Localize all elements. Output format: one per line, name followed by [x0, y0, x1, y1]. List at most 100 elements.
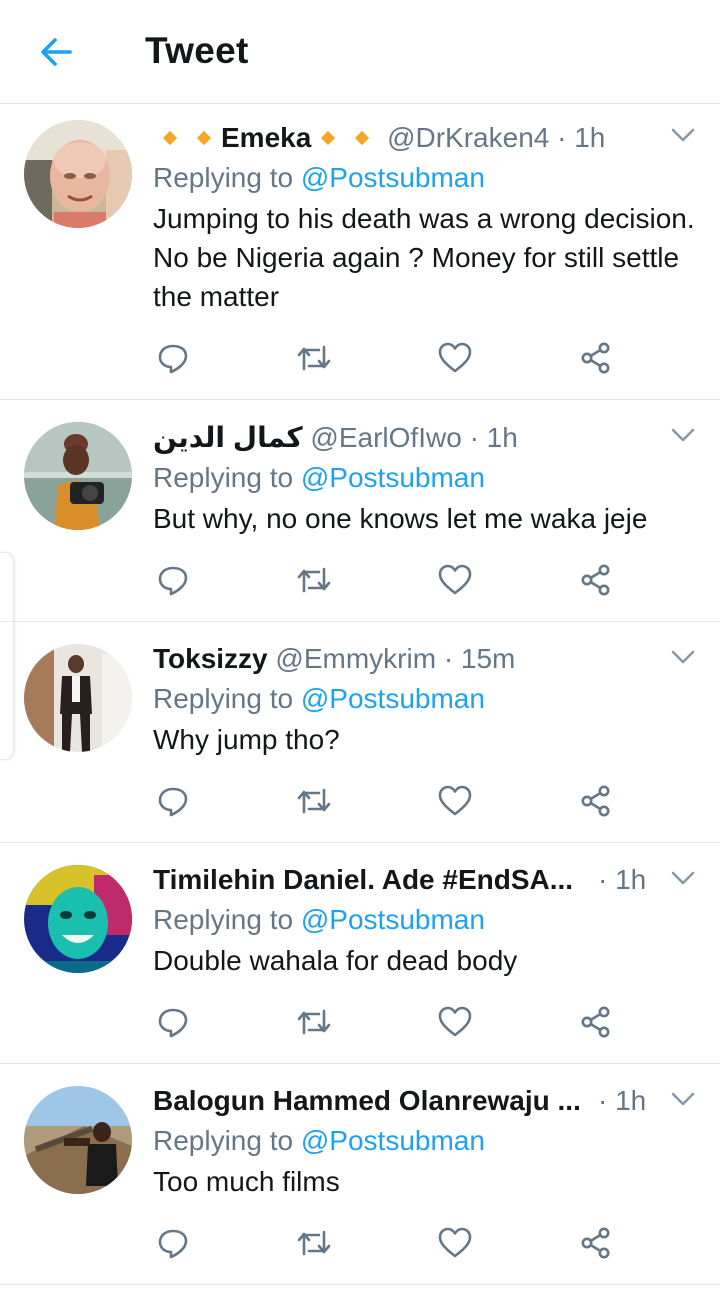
mention-link[interactable]: @Postsubman [301, 1125, 485, 1156]
tweet-header: Emeka @DrKraken4 · 1h [153, 118, 700, 158]
share-icon [581, 1006, 610, 1038]
chevron-down-icon[interactable] [668, 420, 698, 450]
tweet-header: كمال الدين @EarlOfIwo · 1h [153, 418, 700, 458]
reply-button[interactable] [153, 1002, 193, 1042]
arrow-left-icon [41, 38, 72, 66]
tweet-item[interactable]: كمال الدين @EarlOfIwo · 1h Replying to @… [0, 400, 720, 622]
mention-link[interactable]: @Postsubman [301, 904, 485, 935]
tweet-item[interactable]: Timilehin Daniel. Ade #EndSA... · 1h Rep… [0, 843, 720, 1064]
replying-to-label: Replying to [153, 683, 294, 714]
retweet-icon [297, 1230, 331, 1256]
tweet-text: Why jump tho? [153, 724, 340, 755]
reply-feed: Emeka @DrKraken4 · 1h Replying to @Posts… [0, 104, 720, 1285]
like-button[interactable] [435, 338, 475, 378]
heart-icon [438, 785, 472, 816]
author-name[interactable]: Balogun Hammed Olanrewaju ... [153, 1081, 581, 1121]
mention-link[interactable]: @Postsubman [301, 683, 485, 714]
tweet-header: Timilehin Daniel. Ade #EndSA... · 1h [153, 860, 700, 900]
replying-to: Replying to @Postsubman [153, 1121, 700, 1161]
heart-icon [438, 1006, 472, 1037]
reply-button[interactable] [153, 338, 193, 378]
diamond-emoji-icon [355, 130, 370, 145]
reply-icon [158, 787, 188, 817]
like-button[interactable] [435, 1002, 475, 1042]
like-button[interactable] [435, 781, 475, 821]
retweet-button[interactable] [294, 338, 334, 378]
share-button[interactable] [576, 560, 616, 600]
top-app-bar: Tweet [0, 0, 720, 104]
share-icon [581, 564, 610, 596]
share-icon [581, 785, 610, 817]
like-button[interactable] [435, 1223, 475, 1263]
heart-icon [438, 1227, 472, 1258]
avatar[interactable] [24, 644, 132, 752]
chevron-down-icon[interactable] [668, 1084, 698, 1114]
tweet-text: But why, no one knows let me waka jeje [153, 503, 648, 534]
tweet-item[interactable]: Balogun Hammed Olanrewaju ... · 1h Reply… [0, 1064, 720, 1285]
back-button[interactable] [30, 26, 82, 78]
author-name[interactable]: Timilehin Daniel. Ade #EndSA... [153, 860, 573, 900]
retweet-button[interactable] [294, 1223, 334, 1263]
reply-icon [158, 1008, 188, 1038]
mention-link[interactable]: @Postsubman [301, 462, 485, 493]
avatar[interactable] [24, 1086, 132, 1194]
share-icon [581, 342, 610, 374]
author-handle[interactable]: @EarlOfIwo [310, 422, 461, 453]
avatar[interactable] [24, 422, 132, 530]
reply-icon [158, 344, 188, 374]
tweet-actions [0, 338, 720, 378]
share-button[interactable] [576, 1223, 616, 1263]
retweet-button[interactable] [294, 1002, 334, 1042]
reply-button[interactable] [153, 1223, 193, 1263]
share-button[interactable] [576, 338, 616, 378]
retweet-icon [297, 788, 331, 814]
share-button[interactable] [576, 781, 616, 821]
tweet-item[interactable]: Toksizzy @Emmykrim · 15m Replying to @Po… [0, 622, 720, 843]
timestamp: · 15m [443, 643, 516, 674]
tweet-header: Balogun Hammed Olanrewaju ... · 1h [153, 1081, 700, 1121]
reply-button[interactable] [153, 781, 193, 821]
retweet-icon [297, 1009, 331, 1035]
tweet-actions [0, 560, 720, 600]
share-button[interactable] [576, 1002, 616, 1042]
diamond-emoji-icon [196, 130, 212, 145]
author-name[interactable]: Emeka [221, 122, 311, 153]
replying-to: Replying to @Postsubman [153, 900, 700, 940]
reply-button[interactable] [153, 560, 193, 600]
author-name[interactable]: Toksizzy [153, 643, 268, 674]
heart-icon [438, 342, 472, 373]
retweet-button[interactable] [294, 560, 334, 600]
chevron-down-icon[interactable] [668, 120, 698, 150]
replying-to: Replying to @Postsubman [153, 158, 700, 198]
tweet-actions [0, 1223, 720, 1263]
tweet-actions [0, 781, 720, 821]
replying-to: Replying to @Postsubman [153, 458, 700, 498]
author-handle[interactable]: @Emmykrim [275, 643, 436, 674]
retweet-button[interactable] [294, 781, 334, 821]
chevron-down-icon[interactable] [668, 642, 698, 672]
heart-icon [438, 564, 472, 595]
timestamp: · 1h [598, 1085, 647, 1116]
retweet-icon [297, 345, 331, 371]
replying-to-label: Replying to [153, 462, 294, 493]
timestamp: · 1h [598, 864, 647, 895]
tweet-actions [0, 1002, 720, 1042]
retweet-icon [297, 567, 331, 593]
author-handle[interactable]: @DrKraken4 [387, 122, 549, 153]
mention-link[interactable]: @Postsubman [301, 162, 485, 193]
diamond-emoji-icon [162, 130, 178, 145]
avatar[interactable] [24, 865, 132, 973]
reply-icon [158, 566, 188, 596]
replying-to: Replying to @Postsubman [153, 679, 700, 719]
like-button[interactable] [435, 560, 475, 600]
chevron-down-icon[interactable] [668, 863, 698, 893]
diamond-emoji-icon [321, 130, 336, 145]
page-title: Tweet [145, 30, 249, 71]
avatar[interactable] [24, 120, 132, 228]
reply-icon [158, 1229, 188, 1259]
tweet-item[interactable]: Emeka @DrKraken4 · 1h Replying to @Posts… [0, 104, 720, 400]
tweet-header: Toksizzy @Emmykrim · 15m [153, 639, 700, 679]
tweet-text: Too much films [153, 1166, 340, 1197]
tweet-text: Jumping to his death was a wrong decisio… [153, 203, 695, 312]
author-name[interactable]: كمال الدين [153, 422, 303, 453]
